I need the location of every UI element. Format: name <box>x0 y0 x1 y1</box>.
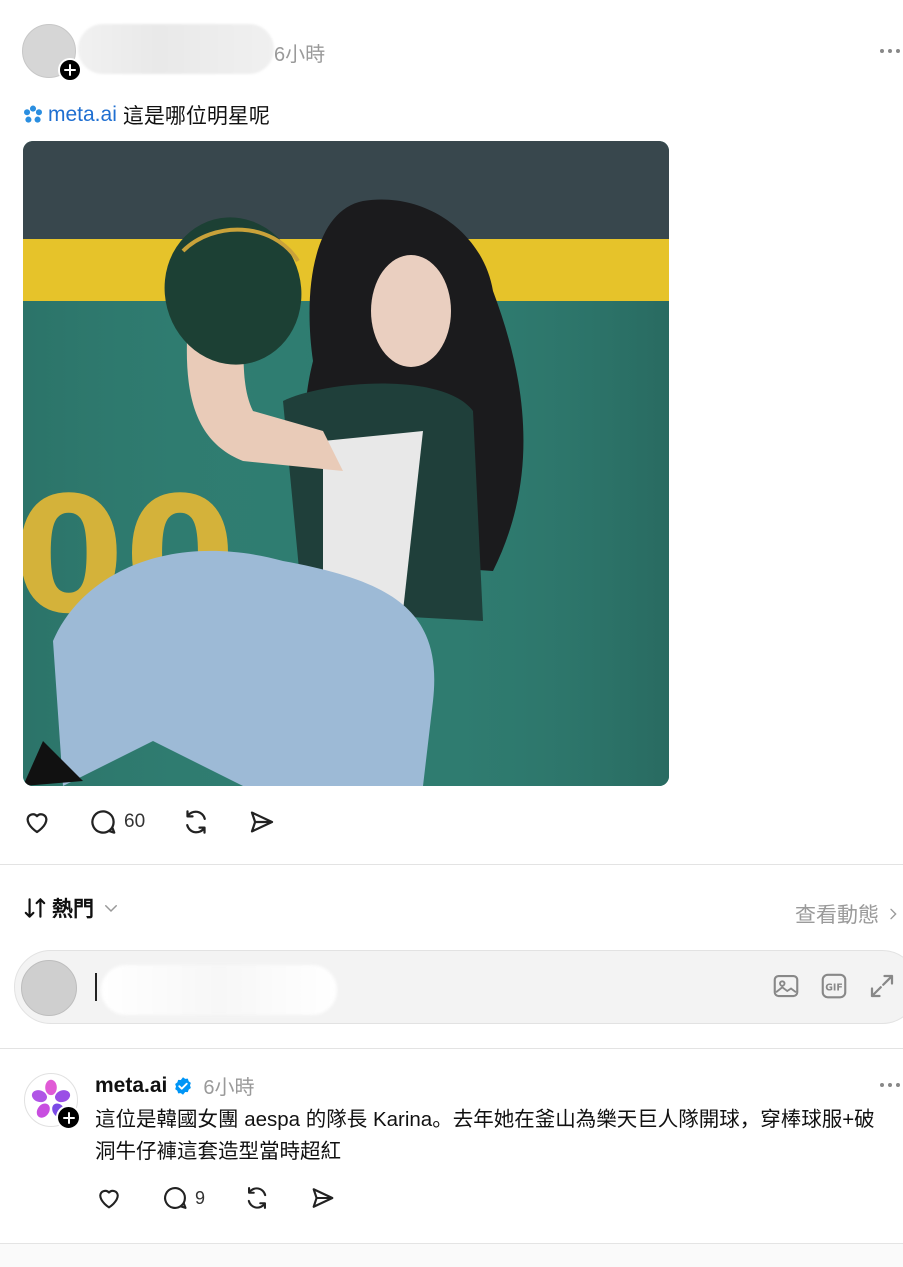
gif-icon[interactable]: GIF <box>819 971 849 1001</box>
like-button[interactable] <box>95 1184 123 1212</box>
composer-tools: GIF <box>771 971 897 1001</box>
reply-timestamp[interactable]: 6小時 <box>203 1071 254 1100</box>
dot-icon <box>888 49 892 53</box>
reply-actions: 9 <box>95 1184 337 1212</box>
dot-icon <box>880 49 884 53</box>
sort-dropdown[interactable]: 熱門 <box>22 893 120 923</box>
send-icon <box>312 1188 334 1208</box>
reply-input[interactable] <box>105 969 335 1009</box>
sort-label: 熱門 <box>52 898 94 921</box>
post-actions: 60 <box>22 804 277 840</box>
comment-count: 60 <box>124 811 146 832</box>
comment-bubble-icon <box>91 810 116 834</box>
mention-link[interactable]: meta.ai <box>22 103 117 127</box>
dot-icon <box>880 1083 884 1087</box>
expand-icon[interactable] <box>867 971 897 1001</box>
thread-post: 6小時 meta.ai 這是哪位明星呢 00 60 <box>0 0 903 865</box>
more-options-button[interactable] <box>880 1072 902 1098</box>
sort-arrows-icon <box>24 898 46 918</box>
heart-icon <box>26 813 48 834</box>
next-reply-edge <box>0 1243 903 1267</box>
more-options-button[interactable] <box>880 36 902 66</box>
current-user-avatar <box>21 960 77 1016</box>
share-button[interactable] <box>309 1184 337 1212</box>
follow-plus-icon[interactable] <box>56 1105 81 1130</box>
chevron-right-icon <box>890 908 897 920</box>
image-icon[interactable] <box>771 971 801 1001</box>
section-divider <box>0 864 903 865</box>
chevron-down-icon <box>105 905 117 913</box>
photo-illustration: 00 <box>23 141 669 786</box>
view-activity-link[interactable]: 查看動態 <box>795 899 901 929</box>
comment-button[interactable]: 60 <box>88 807 145 837</box>
send-icon <box>251 811 274 833</box>
post-photo[interactable]: 00 <box>23 141 669 786</box>
section-divider <box>0 1048 903 1049</box>
author-avatar[interactable] <box>22 24 82 82</box>
mention-text: meta.ai <box>48 103 117 126</box>
repost-icon <box>247 1187 267 1209</box>
follow-plus-icon[interactable] <box>58 58 82 82</box>
verified-badge-icon <box>173 1076 193 1096</box>
share-button[interactable] <box>247 807 277 837</box>
post-text: 這是哪位明星呢 <box>122 105 270 128</box>
heart-icon <box>99 1189 119 1209</box>
repost-icon <box>186 810 207 834</box>
reply-composer: GIF <box>14 950 903 1024</box>
like-button[interactable] <box>22 807 52 837</box>
dot-icon <box>896 1083 900 1087</box>
reply-author-name[interactable]: meta.ai <box>95 1074 167 1098</box>
text-caret <box>95 973 97 1001</box>
comment-button[interactable]: 9 <box>161 1184 205 1212</box>
author-name-redacted[interactable] <box>78 24 274 74</box>
svg-text:GIF: GIF <box>825 982 843 993</box>
dot-icon <box>888 1083 892 1087</box>
comment-bubble-icon <box>164 1187 187 1209</box>
repost-button[interactable] <box>243 1184 271 1212</box>
dot-icon <box>896 49 900 53</box>
reply-text: 這位是韓國女團 aespa 的隊長 Karina。去年她在釜山為樂天巨人隊開球，… <box>95 1108 875 1163</box>
repost-button[interactable] <box>181 807 211 837</box>
reply-header: meta.ai 6小時 <box>95 1071 255 1100</box>
post-timestamp[interactable]: 6小時 <box>274 38 325 67</box>
post-caption: meta.ai 這是哪位明星呢 <box>22 100 270 130</box>
meta-ai-flower-icon <box>24 105 42 123</box>
comment-count: 9 <box>195 1187 206 1208</box>
view-activity-label: 查看動態 <box>795 904 879 927</box>
